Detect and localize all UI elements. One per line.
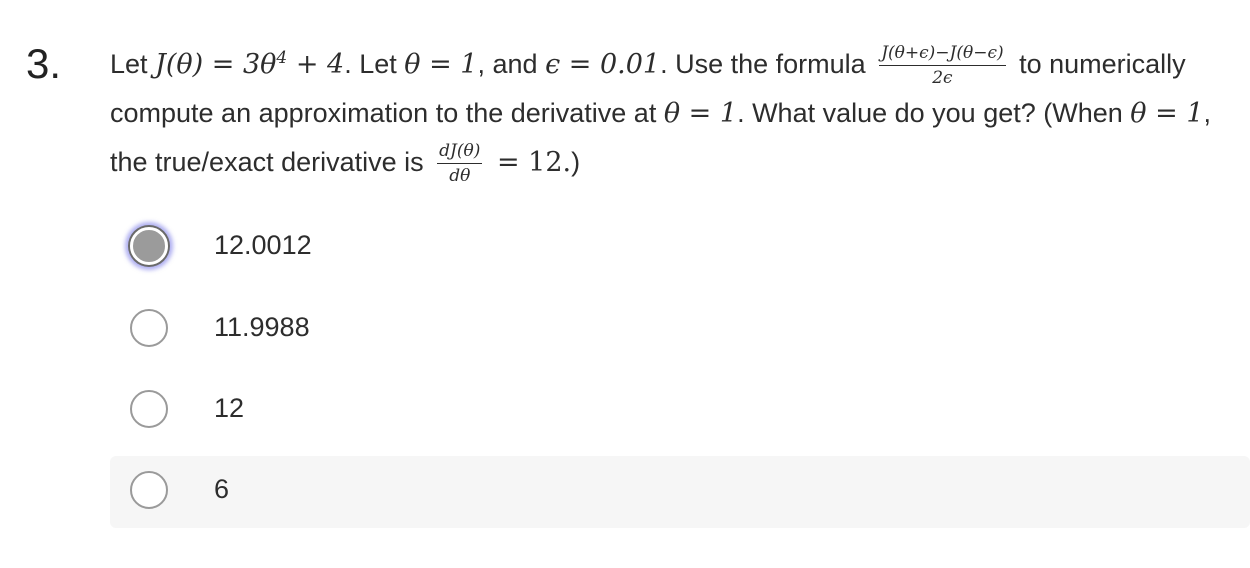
answer-option-label: 12 xyxy=(214,393,245,423)
math-theta-value: θ = 1 xyxy=(1130,98,1204,129)
question-text-segment: . Use the formula xyxy=(660,49,874,79)
formula-numerator: J(θ+ϵ)−J(θ−ϵ) xyxy=(879,43,1006,67)
question-text-segment: , and xyxy=(477,49,546,79)
radio-button[interactable] xyxy=(130,390,168,428)
answer-option-1[interactable]: 12.0012 xyxy=(110,212,1250,284)
answer-option-label: 12.0012 xyxy=(214,230,312,260)
derivative-denominator: dθ xyxy=(449,166,471,187)
answer-option-3[interactable]: 12 xyxy=(110,375,1250,447)
question-text-segment: Let xyxy=(110,49,156,79)
question-text-segment: ) xyxy=(571,147,581,177)
math-theta-value: θ = 1 xyxy=(663,98,738,129)
formula-fraction: J(θ+ϵ)−J(θ−ϵ) 2ϵ xyxy=(879,43,1006,89)
answer-option-label: 6 xyxy=(214,474,230,504)
math-epsilon-value: ϵ = 0.01 xyxy=(545,49,661,80)
question-text-segment: . What value do you get? (When xyxy=(737,98,1131,128)
formula-denominator: 2ϵ xyxy=(932,68,953,89)
math-theta-value: θ = 1 xyxy=(404,49,478,80)
answer-option-label: 11.9988 xyxy=(214,312,310,342)
question-number: 3. xyxy=(26,40,62,87)
derivative-numerator: dJ(θ) xyxy=(437,141,483,165)
radio-button[interactable] xyxy=(130,471,168,509)
radio-button[interactable] xyxy=(130,309,168,347)
question-text-segment: . Let xyxy=(344,49,405,79)
answer-option-4[interactable]: 6 xyxy=(110,456,1250,528)
answer-option-2[interactable]: 11.9988 xyxy=(110,294,1250,366)
derivative-fraction: dJ(θ) dθ xyxy=(437,141,483,187)
math-exact-derivative: = 12. xyxy=(488,147,572,178)
question-text: Let J(θ) = 3θ4 + 4. Let θ = 1, and ϵ = 0… xyxy=(110,34,1235,187)
math-function-definition: J(θ) = 3θ4 + 4 xyxy=(155,48,345,80)
radio-button[interactable] xyxy=(130,227,168,265)
